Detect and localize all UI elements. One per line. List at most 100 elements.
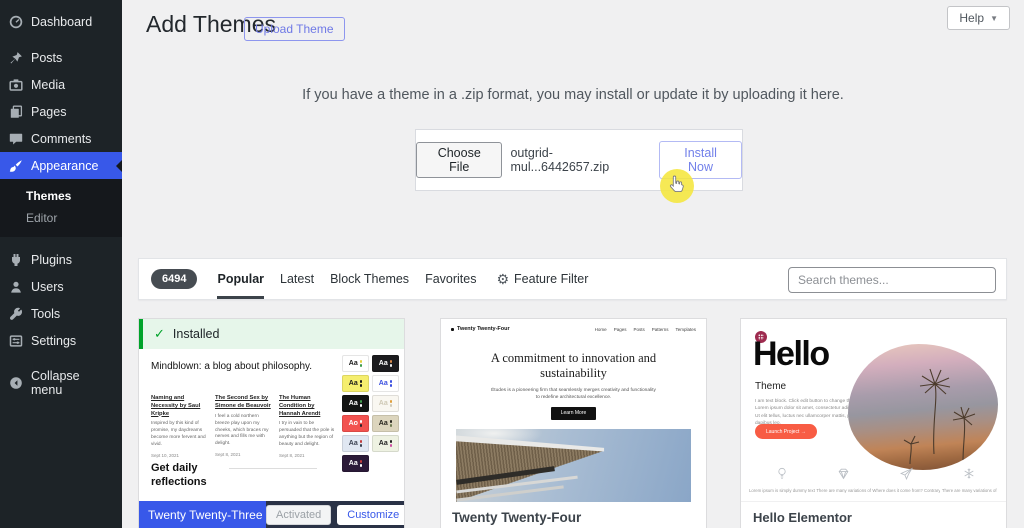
launch-project-button: Launch Project → (755, 424, 817, 439)
style-variation: Ao (342, 415, 369, 432)
color-dot (359, 360, 363, 363)
sidebar-item-tools[interactable]: Tools (0, 300, 122, 327)
style-variation: Aa (342, 355, 369, 372)
sidebar-item-collapse-menu[interactable]: Collapse menu (0, 363, 122, 403)
dashboard-icon (8, 14, 23, 29)
diamond-icon (837, 467, 850, 480)
style-variation: Aa (342, 435, 369, 452)
sidebar-item-comments[interactable]: Comments (0, 125, 122, 152)
upload-form: Choose File outgrid-mul...6442657.zip In… (415, 129, 743, 191)
color-dot (359, 440, 363, 443)
sidebar-item-media[interactable]: Media (0, 71, 122, 98)
color-dot (359, 364, 363, 367)
theme-card-hello-elementor[interactable]: Hello Theme I am text block. Click edit … (740, 318, 1007, 528)
color-dot (359, 464, 363, 467)
tab-popular[interactable]: Popular (217, 259, 264, 299)
feature-item: Lorem ipsum is simply dummy text (749, 467, 815, 493)
upload-theme-button[interactable]: Upload Theme (244, 17, 345, 41)
gear-icon: ⚙ (496, 270, 510, 287)
wrench-icon (8, 306, 23, 321)
article: Naming and Necessity by Saul Kripke Insp… (151, 395, 206, 459)
submenu-item-themes[interactable]: Themes (0, 185, 122, 207)
sidebar-item-label: Plugins (31, 252, 72, 267)
theme-filter-bar: 6494 Popular Latest Block Themes Favorit… (138, 258, 1007, 300)
collapse-arrow-icon (8, 376, 23, 391)
screenshot-footer-heading: Get daily reflections (151, 462, 207, 489)
installed-banner: ✓ Installed (139, 319, 404, 349)
sunset-plant-photo (848, 344, 998, 470)
style-variation: Aa (342, 455, 369, 472)
sidebar-item-appearance[interactable]: Appearance (0, 152, 122, 179)
color-dot (359, 400, 363, 403)
menu-separator (0, 237, 122, 246)
wordpress-admin: Dashboard Posts Media Pages Comments App… (0, 0, 1024, 528)
sidebar-item-users[interactable]: Users (0, 273, 122, 300)
sidebar-item-label: Pages (31, 104, 67, 119)
settings-sliders-icon (8, 333, 23, 348)
tab-latest[interactable]: Latest (280, 259, 314, 299)
theme-count-badge: 6494 (151, 269, 198, 289)
color-dot (389, 424, 393, 427)
color-dot (359, 384, 363, 387)
screenshot-headline: A commitment to innovation and sustainab… (490, 351, 657, 381)
tab-block-themes[interactable]: Block Themes (330, 259, 409, 299)
customize-button[interactable]: Customize (337, 505, 404, 525)
activated-button: Activated (266, 505, 332, 525)
color-dot (359, 460, 363, 463)
search-themes-input[interactable] (788, 267, 996, 293)
theme-name: Hello Elementor (741, 501, 1006, 528)
sidebar-item-settings[interactable]: Settings (0, 327, 122, 354)
theme-card-twenty-twenty-three[interactable]: ✓ Installed Mindblown: a blog about phil… (138, 318, 405, 528)
color-dot (389, 444, 393, 447)
sidebar-item-label: Comments (31, 131, 92, 146)
color-dot (389, 384, 393, 387)
pages-icon (8, 104, 23, 119)
sidebar-item-pages[interactable]: Pages (0, 98, 122, 125)
style-variation: Aa (372, 355, 399, 372)
color-dot (359, 420, 363, 423)
plug-icon (8, 252, 23, 267)
color-dot (389, 380, 393, 383)
snowflake-icon (963, 467, 975, 480)
comment-bubble-icon (8, 131, 23, 146)
article: The Human Condition by Hannah Arendt I t… (279, 395, 335, 459)
pushpin-icon (8, 50, 23, 65)
menu-separator (0, 35, 122, 44)
sidebar-item-posts[interactable]: Posts (0, 44, 122, 71)
tab-favorites[interactable]: Favorites (425, 259, 476, 299)
media-icon (8, 77, 23, 92)
sidebar-item-label: Posts (31, 50, 63, 65)
choose-file-button[interactable]: Choose File (416, 142, 503, 178)
sidebar-item-dashboard[interactable]: Dashboard (0, 8, 122, 35)
main-content: Add Themes Upload Theme Help ▼ If you hav… (122, 0, 1024, 528)
color-dot (389, 364, 393, 367)
plant-silhouette (903, 368, 976, 465)
sidebar-item-plugins[interactable]: Plugins (0, 246, 122, 273)
cursor-click-highlight (660, 169, 694, 203)
sidebar-item-label: Appearance (31, 158, 99, 173)
theme-card-twenty-twenty-four[interactable]: Twenty Twenty-Four Home Pages Posts Patt… (440, 318, 707, 528)
style-variation: Aa (372, 415, 399, 432)
admin-sidebar: Dashboard Posts Media Pages Comments App… (0, 0, 122, 528)
feature-row: Lorem ipsum is simply dummy text There a… (741, 467, 1006, 493)
sidebar-item-label: Settings (31, 333, 77, 348)
screenshot-nav: Twenty Twenty-Four Home Pages Posts Patt… (441, 319, 706, 339)
screenshot-headline: Mindblown: a blog about philosophy. (151, 361, 313, 372)
sidebar-item-label: Collapse menu (31, 369, 80, 397)
feature-filter-button[interactable]: ⚙ Feature Filter (496, 259, 588, 299)
submenu-item-editor[interactable]: Editor (0, 207, 122, 229)
chevron-down-icon: ▼ (990, 13, 998, 23)
lightbulb-icon (776, 467, 788, 480)
divider-line (229, 468, 317, 469)
style-variation: Aa (342, 395, 369, 412)
architecture-photo (456, 428, 691, 502)
color-dot (389, 440, 393, 443)
help-button[interactable]: Help ▼ (947, 6, 1010, 30)
style-variation: Aa (372, 375, 399, 392)
learn-more-button: Learn More (550, 406, 597, 420)
style-variation: Aa (342, 375, 369, 392)
color-dot (389, 420, 393, 423)
upload-instruction: If you have a theme in a .zip format, yo… (302, 87, 844, 103)
color-dot (389, 400, 393, 403)
style-variation: Aa (372, 435, 399, 452)
